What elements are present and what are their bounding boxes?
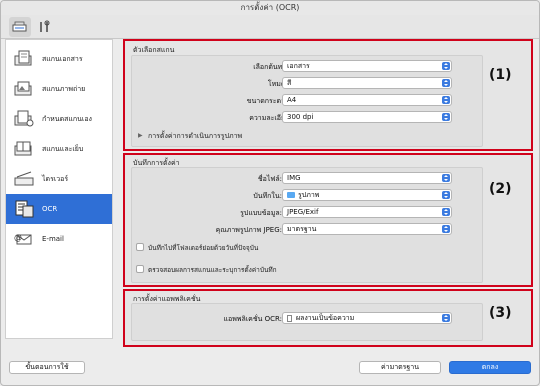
jpeg-quality-select[interactable]: มาตรฐาน: [282, 223, 452, 235]
source-select[interactable]: เอกสาร: [282, 60, 452, 72]
toolbar: [1, 15, 539, 39]
settings-window: การตั้งค่า (OCR) สแกนเอกสาร สแกนภาพถ่าย …: [0, 0, 540, 386]
sidebar-item-label: กำหนดสแกนเอง: [42, 114, 92, 123]
sidebar-item-ocr[interactable]: OCR: [6, 194, 112, 224]
ok-button[interactable]: ตกลง: [449, 361, 531, 374]
chevron-updown-icon: [442, 225, 450, 233]
tools-tab[interactable]: [33, 17, 55, 37]
scan-stitch-icon: [14, 140, 36, 158]
email-icon: @: [14, 230, 36, 248]
check-results-checkbox-label: ตรวจสอบผลการสแกนและระบุการตั้งค่าบันทึก: [148, 266, 277, 274]
document-icon: [287, 314, 292, 322]
sidebar: สแกนเอกสาร สแกนภาพถ่าย กำหนดสแกนเอง สแกน…: [5, 39, 113, 339]
save-in-label: บันทึกใน:: [253, 192, 282, 200]
section-number: (2): [489, 181, 512, 197]
disclosure-triangle-icon[interactable]: ▶: [138, 132, 143, 139]
sidebar-item-label: ไดรเวอร์: [42, 174, 69, 183]
color-mode-value: สี: [287, 79, 292, 87]
scan-options-box: เลือกต้นทาง: เอกสาร โหมดสี: สี ขนาดกระดา…: [131, 55, 483, 147]
paper-size-value: A4: [287, 96, 297, 104]
scanner-settings-icon: [12, 21, 27, 32]
chevron-updown-icon: [442, 79, 450, 87]
app-settings-box: แอพพลิเคชั่น OCR: ผลงานเป็นข้อความ: [131, 303, 483, 341]
custom-scan-icon: [14, 110, 36, 128]
sidebar-item-photo-scan[interactable]: สแกนภาพถ่าย: [6, 74, 112, 104]
chevron-updown-icon: [442, 208, 450, 216]
sidebar-item-label: สแกนภาพถ่าย: [42, 84, 86, 93]
resolution-value: 300 dpi: [287, 113, 314, 121]
svg-text:@: @: [14, 233, 22, 242]
ocr-icon: [14, 200, 36, 218]
sidebar-item-label: OCR: [42, 205, 58, 213]
color-mode-select[interactable]: สี: [282, 77, 452, 89]
sidebar-item-label: สแกนเอกสาร: [42, 54, 83, 63]
ocr-app-label: แอพพลิเคชั่น OCR:: [223, 315, 282, 323]
jpeg-quality-value: มาตรฐาน: [287, 225, 317, 233]
sidebar-item-email[interactable]: @ E-mail: [6, 224, 112, 254]
sidebar-item-custom-scan[interactable]: กำหนดสแกนเอง: [6, 104, 112, 134]
subfolder-checkbox-label: บันทึกไปที่โฟลเดอร์ย่อยด้วยวันที่ปัจจุบั…: [148, 244, 259, 252]
subfolder-checkbox[interactable]: [136, 243, 144, 251]
chevron-updown-icon: [442, 62, 450, 70]
paper-size-label: ขนาดกระดาษ:: [246, 97, 292, 105]
settings-main: ตัวเลือกสแกน เลือกต้นทาง: เอกสาร โหมดสี:…: [119, 39, 537, 349]
chevron-updown-icon: [442, 96, 450, 104]
save-in-value: รูปภาพ: [298, 191, 320, 199]
instructions-button[interactable]: ขั้นตอนการใช้: [9, 361, 85, 374]
chevron-updown-icon: [442, 314, 450, 322]
sidebar-item-label: E-mail: [42, 235, 64, 243]
sidebar-item-document-scan[interactable]: สแกนเอกสาร: [6, 44, 112, 74]
color-mode-label: โหมดสี:: [267, 80, 292, 88]
data-format-label: รูปแบบข้อมูล:: [240, 209, 282, 217]
defaults-button[interactable]: ค่ามาตรฐาน: [359, 361, 441, 374]
data-format-select[interactable]: JPEG/Exif: [282, 206, 452, 218]
section-number: (3): [489, 305, 512, 321]
scanner-settings-tab[interactable]: [9, 17, 31, 37]
scan-options-panel: ตัวเลือกสแกน เลือกต้นทาง: เอกสาร โหมดสี:…: [123, 39, 533, 151]
section-number: (1): [489, 67, 512, 83]
tools-icon: [40, 20, 50, 32]
jpeg-quality-label: คุณภาพรูปภาพ JPEG:: [215, 226, 282, 234]
save-in-select[interactable]: รูปภาพ: [282, 189, 452, 201]
image-processing-toggle[interactable]: การตั้งค่าการดำเนินการรูปภาพ: [148, 131, 242, 142]
window-title: การตั้งค่า (OCR): [1, 1, 539, 15]
chevron-updown-icon: [442, 113, 450, 121]
chevron-updown-icon: [442, 191, 450, 199]
resolution-label: ความละเอียด:: [249, 114, 292, 122]
source-label: เลือกต้นทาง:: [253, 63, 292, 71]
paper-size-select[interactable]: A4: [282, 94, 452, 106]
chevron-updown-icon: [442, 174, 450, 182]
folder-icon: [287, 192, 295, 198]
sidebar-item-scan-stitch[interactable]: สแกนและเย็บ: [6, 134, 112, 164]
document-scan-icon: [14, 50, 36, 68]
ocr-app-select[interactable]: ผลงานเป็นข้อความ: [282, 312, 452, 324]
check-results-checkbox[interactable]: [136, 265, 144, 273]
sidebar-item-label: สแกนและเย็บ: [42, 144, 84, 153]
photo-scan-icon: [14, 80, 36, 98]
data-format-value: JPEG/Exif: [287, 208, 319, 216]
ocr-app-value: ผลงานเป็นข้อความ: [296, 314, 355, 322]
driver-icon: [14, 170, 36, 188]
save-settings-panel: บันทึกการตั้งค่า ชื่อไฟล์: IMG บันทึกใน:…: [123, 153, 533, 287]
app-settings-panel: การตั้งค่าแอพพลิเคชั่น แอพพลิเคชั่น OCR:…: [123, 289, 533, 347]
sidebar-item-driver[interactable]: ไดรเวอร์: [6, 164, 112, 194]
filename-value: IMG: [287, 174, 301, 182]
save-settings-box: ชื่อไฟล์: IMG บันทึกใน: รูปภาพ รูปแบบข้อ…: [131, 167, 483, 283]
source-value: เอกสาร: [287, 62, 310, 70]
filename-label: ชื่อไฟล์:: [257, 175, 282, 183]
resolution-select[interactable]: 300 dpi: [282, 111, 452, 123]
filename-select[interactable]: IMG: [282, 172, 452, 184]
